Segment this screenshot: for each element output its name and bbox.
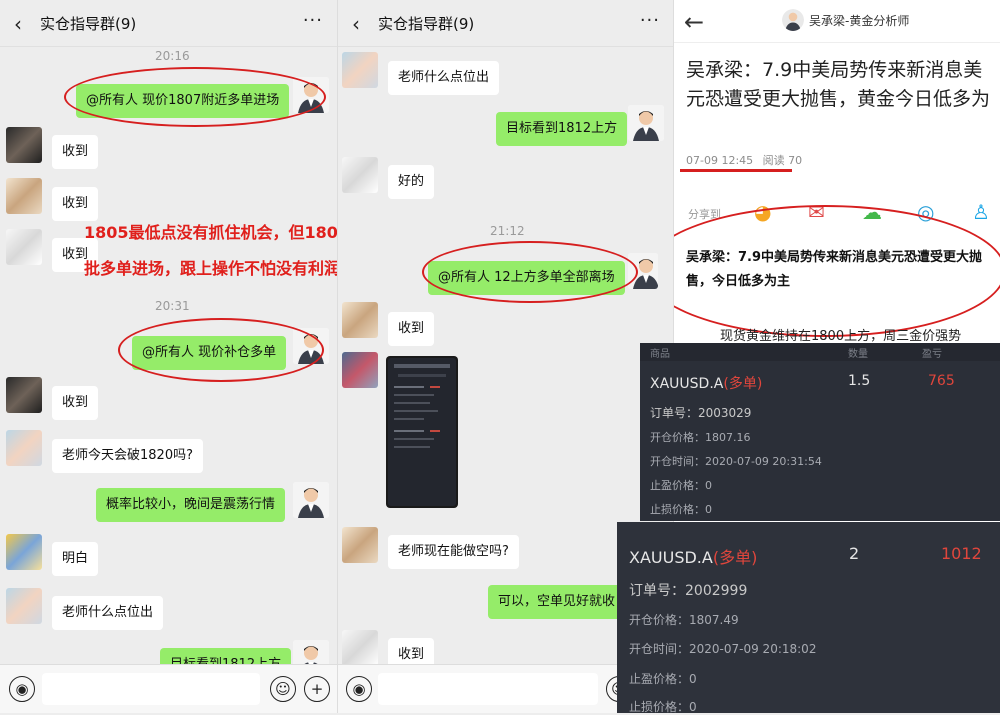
back-arrow-icon[interactable]: ← — [684, 8, 704, 36]
trade-qty: 2 — [849, 544, 860, 563]
message-bubble-sent[interactable]: 可以，空单见好就收 — [488, 585, 626, 619]
message-bubble-sent[interactable]: 目标看到1812上方 — [496, 112, 628, 146]
teacher-avatar[interactable] — [293, 328, 329, 364]
chat-title: 实仓指导群(9) — [40, 15, 137, 33]
message-bubble-received[interactable]: 老师今天会破1820吗? — [52, 439, 203, 473]
column-header-qty: 数量 — [848, 349, 868, 360]
open-time: 开仓时间：2020-07-09 20:18:02 — [629, 642, 817, 656]
weibo-share-icon[interactable]: ◕ — [754, 200, 771, 224]
author-name[interactable]: 吴承梁-黄金分析师 — [809, 12, 909, 29]
member-avatar[interactable] — [6, 178, 42, 214]
chat-input-bar: ◉ ☺ + — [0, 664, 337, 713]
message-bubble-sent[interactable]: @所有人 现价补仓多单 — [132, 336, 287, 370]
message-bubble-sent[interactable]: @所有人 12上方多单全部离场 — [428, 261, 625, 295]
article-title: 吴承梁：7.9中美局势传来新消息美元恐遭受更大抛售，黄金今日低多为 — [686, 59, 991, 110]
stop-loss: 止损价格：0 — [629, 700, 697, 714]
voice-icon[interactable]: ◉ — [346, 676, 372, 702]
qq-share-icon[interactable]: ♙ — [972, 200, 990, 224]
message-bubble-received[interactable]: 明白 — [52, 542, 99, 576]
symbol-text: XAUUSD.A — [629, 548, 713, 567]
message-bubble-received[interactable]: 收到 — [52, 135, 99, 169]
message-bubble-received[interactable]: 老师什么点位出 — [388, 61, 500, 95]
timestamp: 20:16 — [155, 49, 190, 63]
member-avatar[interactable] — [342, 352, 378, 388]
chat-header: ‹ 实仓指导群(9) ··· — [0, 0, 337, 47]
voice-icon[interactable]: ◉ — [9, 676, 35, 702]
trade-symbol: XAUUSD.A(多单) — [650, 373, 762, 393]
teacher-avatar[interactable] — [628, 253, 658, 289]
column-header-pnl: 盈亏 — [922, 349, 942, 360]
moments-share-icon[interactable]: ◎ — [917, 200, 934, 224]
member-avatar[interactable] — [342, 302, 378, 338]
message-bubble-received[interactable]: 好的 — [388, 165, 435, 199]
take-profit: 止盈价格：0 — [629, 672, 697, 686]
member-avatar[interactable] — [6, 430, 42, 466]
member-avatar[interactable] — [342, 52, 378, 88]
add-icon[interactable]: + — [304, 676, 330, 702]
order-number: 订单号：2003029 — [650, 406, 752, 420]
article-summary: 吴承梁：7.9中美局势传来新消息美元恐遭受更大抛售，今日低多为主 — [686, 250, 983, 289]
member-avatar[interactable] — [6, 534, 42, 570]
chat-title: 实仓指导群(9) — [378, 15, 475, 33]
message-bubble-sent[interactable]: 概率比较小，晚间是震荡行情 — [96, 488, 286, 522]
back-arrow-icon[interactable]: ‹ — [352, 12, 360, 36]
timestamp: 20:31 — [155, 299, 190, 313]
message-bubble-received[interactable]: 收到 — [388, 312, 435, 346]
annotation-text-line1: 1805最低点没有抓住机会，但1807直接分 — [84, 223, 337, 242]
trade-table-header: 商品 数量 盈亏 — [640, 343, 1000, 361]
annotation-text-line2: 批多单进场，跟上操作不怕没有利润可拿 — [84, 259, 337, 278]
side-text: (多单) — [723, 376, 763, 392]
open-price: 开仓价格：1807.49 — [629, 613, 739, 627]
annotation-underline — [680, 169, 792, 172]
article-body: 现货黄金维持在1800上方，周三金价强势 — [720, 329, 962, 344]
member-avatar[interactable] — [342, 630, 378, 666]
more-options-icon[interactable]: ··· — [640, 10, 660, 31]
wechat-share-icon[interactable]: ☁ — [862, 200, 882, 224]
open-price: 开仓价格：1807.16 — [650, 431, 751, 444]
trade-order-card: XAUUSD.A(多单) 2 1012 订单号：2002999 开仓价格：180… — [617, 522, 1000, 714]
chat-header: ‹ 实仓指导群(9) ··· — [338, 0, 674, 47]
trade-screenshot-image[interactable] — [386, 356, 458, 508]
message-bubble-received[interactable]: 收到 — [52, 386, 99, 420]
trade-order-card: 商品 数量 盈亏 XAUUSD.A(多单) 1.5 765 订单号：200302… — [640, 343, 1000, 521]
member-avatar[interactable] — [6, 127, 42, 163]
back-arrow-icon[interactable]: ‹ — [14, 12, 22, 36]
member-avatar[interactable] — [6, 229, 42, 265]
symbol-text: XAUUSD.A — [650, 376, 724, 392]
open-time: 开仓时间：2020-07-09 20:31:54 — [650, 455, 822, 468]
more-options-icon[interactable]: ··· — [303, 10, 323, 31]
member-avatar[interactable] — [342, 157, 378, 193]
article-date: 07-09 12:45 — [686, 154, 754, 167]
trade-qty: 1.5 — [848, 373, 871, 389]
trade-symbol: XAUUSD.A(多单) — [629, 544, 757, 568]
teacher-avatar[interactable] — [293, 482, 329, 518]
article-meta: 07-09 12:45 阅读 70 — [686, 152, 802, 168]
message-bubble-received[interactable]: 收到 — [52, 187, 99, 221]
message-input[interactable] — [42, 673, 260, 705]
author-avatar[interactable] — [782, 9, 804, 31]
share-label: 分享到 — [688, 208, 721, 221]
article-header: ← 吴承梁-黄金分析师 — [674, 0, 1000, 43]
article-reads: 阅读 70 — [762, 154, 803, 167]
teacher-avatar[interactable] — [293, 77, 329, 113]
trade-profit: 1012 — [941, 544, 982, 563]
timestamp: 21:12 — [490, 224, 525, 238]
message-bubble-sent[interactable]: @所有人 现价1807附近多单进场 — [76, 84, 290, 118]
stop-loss: 止损价格：0 — [650, 503, 712, 516]
order-number: 订单号：2002999 — [629, 583, 748, 599]
emoji-icon[interactable]: ☺ — [270, 676, 296, 702]
member-avatar[interactable] — [342, 527, 378, 563]
message-bubble-received[interactable]: 老师现在能做空吗? — [388, 535, 519, 569]
chat-panel-left: ‹ 实仓指导群(9) ··· 20:16 @所有人 现价1807附近多单进场 收… — [0, 0, 337, 713]
take-profit: 止盈价格：0 — [650, 479, 712, 492]
side-text: (多单) — [712, 548, 758, 567]
teacher-avatar[interactable] — [628, 105, 664, 141]
trade-profit: 765 — [928, 373, 955, 389]
message-bubble-received[interactable]: 老师什么点位出 — [52, 596, 164, 630]
mail-share-icon[interactable]: ✉ — [808, 200, 825, 224]
column-header-product: 商品 — [650, 349, 670, 360]
member-avatar[interactable] — [6, 588, 42, 624]
member-avatar[interactable] — [6, 377, 42, 413]
message-input[interactable] — [378, 673, 598, 705]
